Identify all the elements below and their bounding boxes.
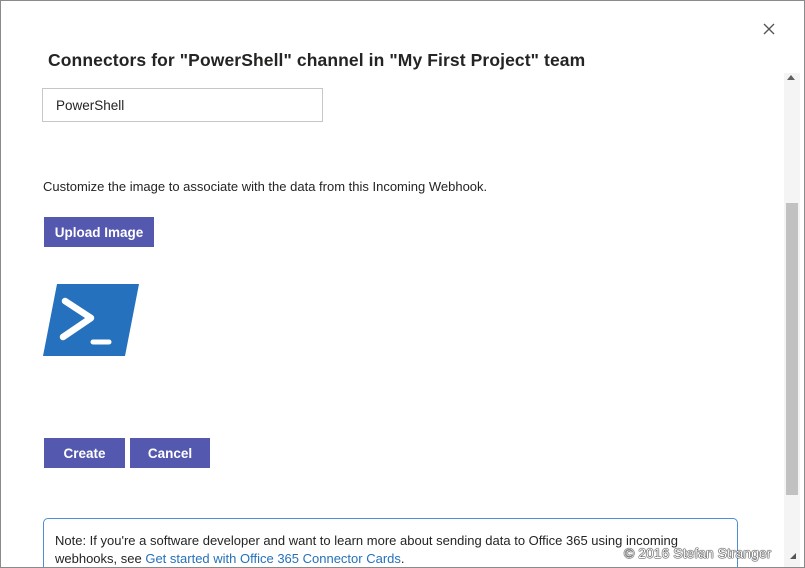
close-icon[interactable] (759, 19, 779, 39)
connector-dialog: Connectors for "PowerShell" channel in "… (0, 0, 805, 568)
create-button[interactable]: Create (44, 438, 125, 468)
cancel-button[interactable]: Cancel (130, 438, 210, 468)
note-end: . (400, 551, 405, 566)
resize-handle-icon[interactable] (790, 553, 796, 559)
image-description: Customize the image to associate with th… (43, 179, 488, 194)
copyright-watermark: © 2016 Stefan Stranger (624, 545, 772, 561)
connector-cards-link[interactable]: Get started with Office 365 Connector Ca… (145, 551, 401, 566)
powershell-logo (41, 283, 141, 357)
scroll-up-arrow-icon[interactable] (787, 75, 795, 80)
connector-name-input[interactable] (42, 88, 323, 122)
scrollbar-thumb[interactable] (786, 203, 798, 495)
upload-image-button[interactable]: Upload Image (44, 217, 154, 247)
dialog-title: Connectors for "PowerShell" channel in "… (48, 50, 586, 70)
